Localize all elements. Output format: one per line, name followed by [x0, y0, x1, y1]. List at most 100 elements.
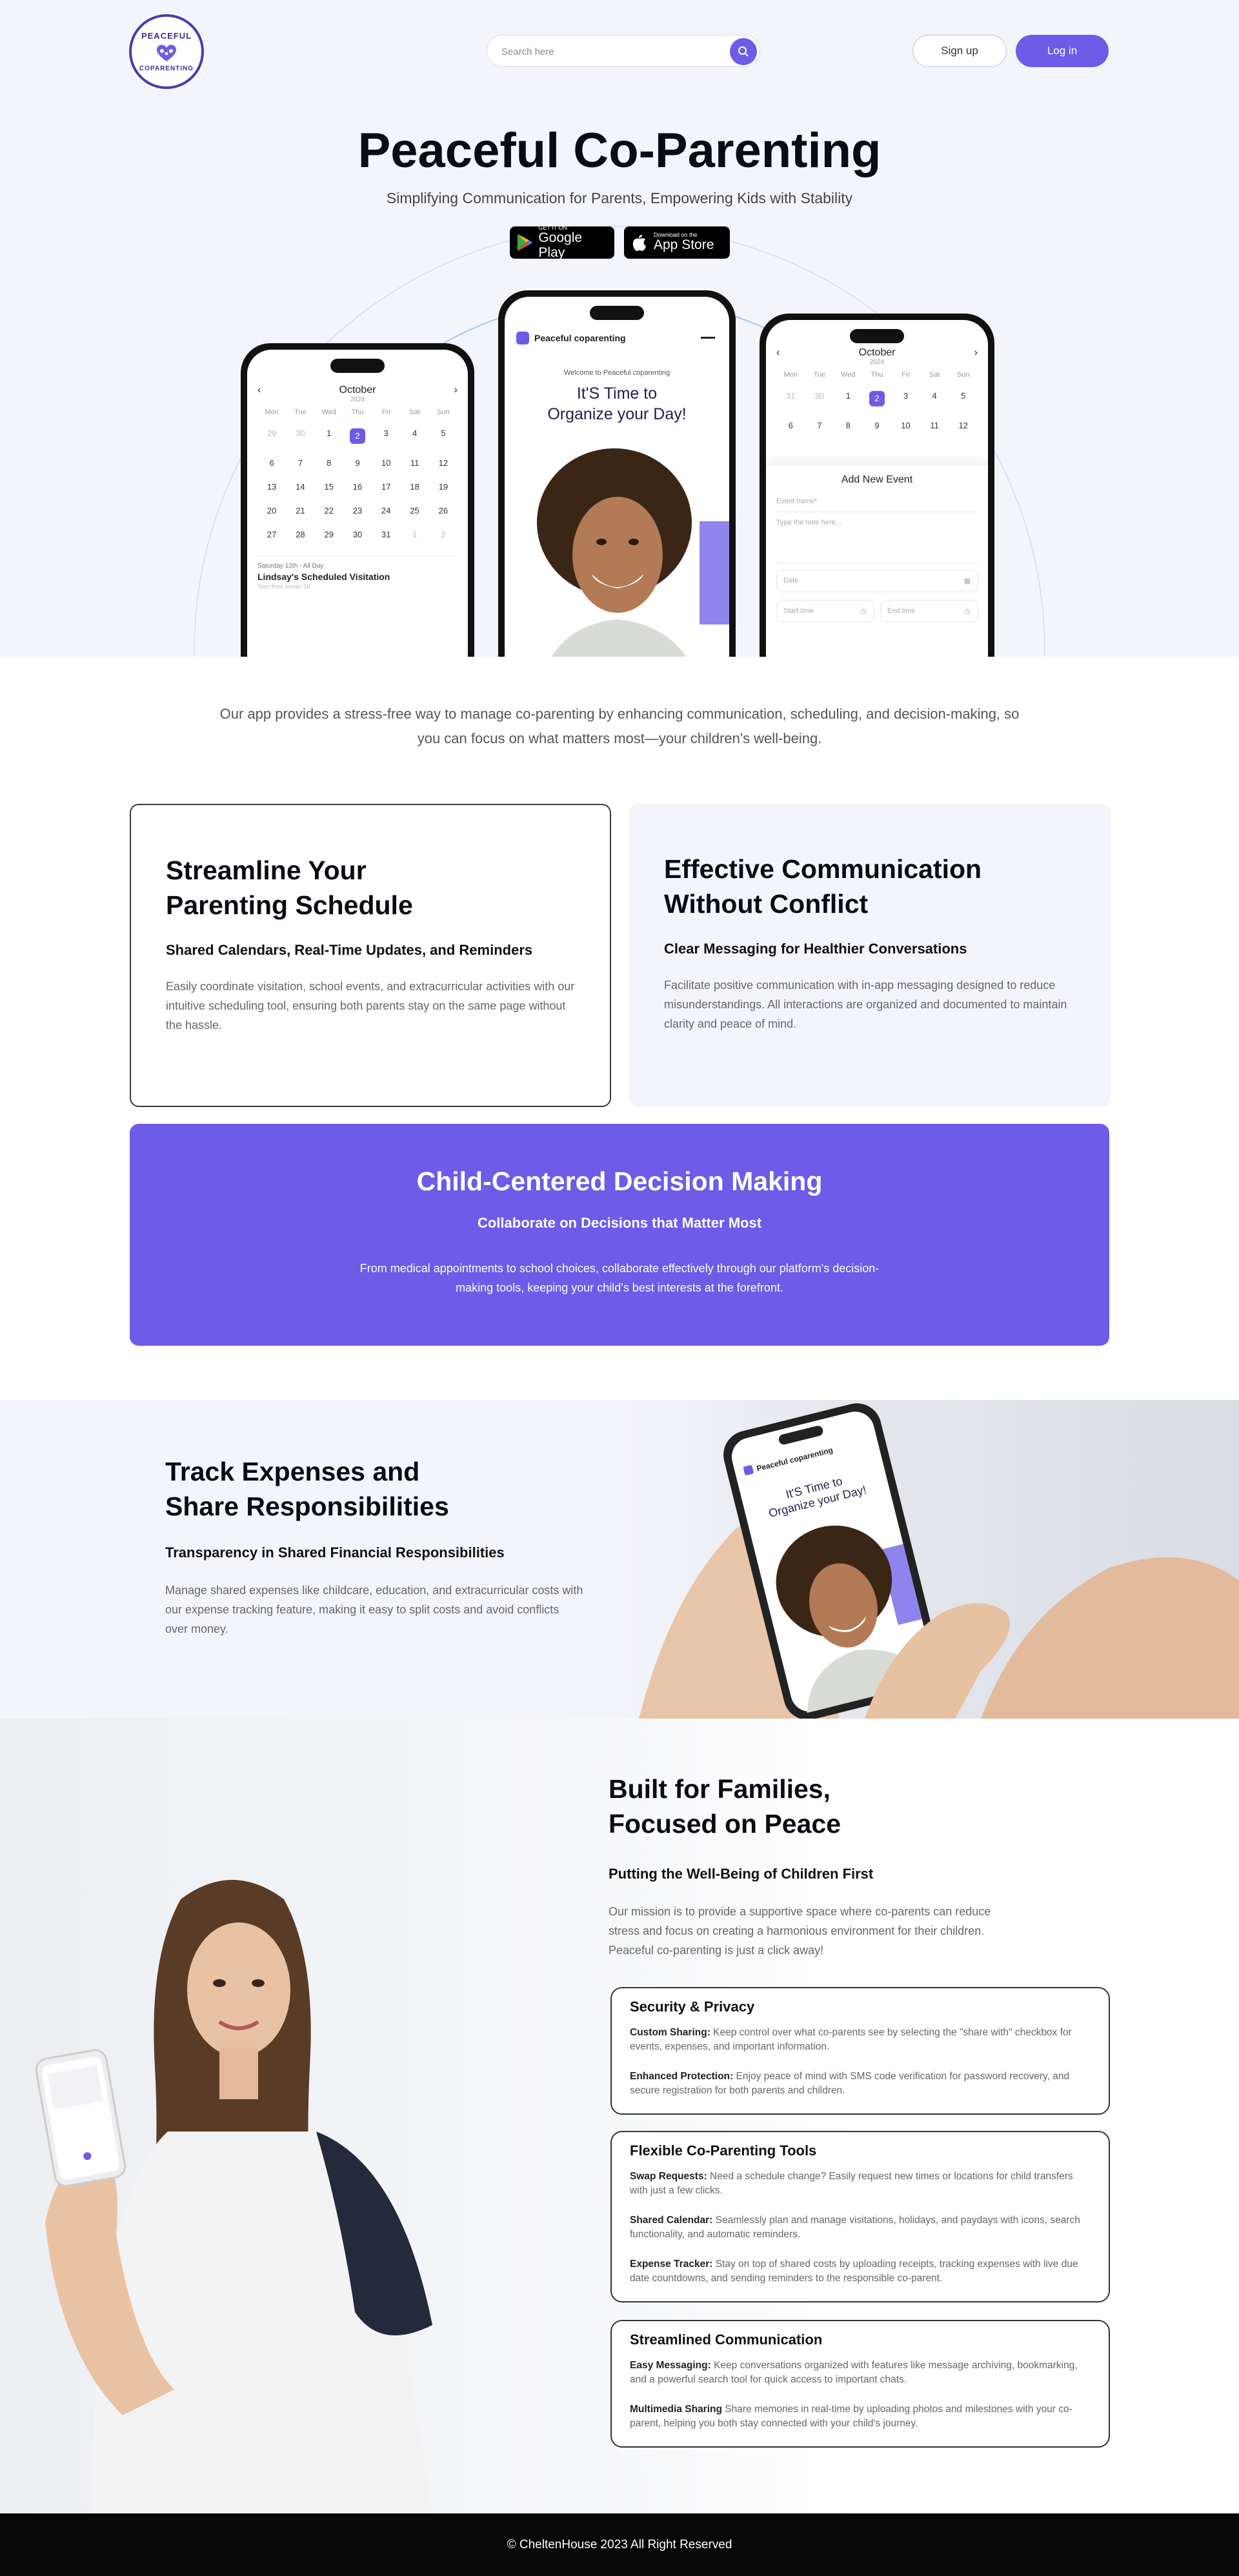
event-note-field[interactable]: Type the note here... — [776, 512, 978, 563]
card-schedule-title-1: Streamline Your — [166, 855, 367, 885]
event-date: Saturday 12th - All Day — [257, 563, 324, 570]
calendar-icon: ▦ — [963, 577, 971, 585]
hand-holding-phone-illustration: Peaceful coparenting It'S Time to Organi… — [639, 1403, 1239, 1719]
smiling-woman-photo — [537, 448, 692, 657]
app-brand: Peaceful coparenting — [534, 333, 626, 343]
logo-text-bottom: COPARENTING — [139, 65, 194, 72]
card-schedule-title-2: Parenting Schedule — [166, 890, 413, 920]
calendar-month: October — [339, 384, 376, 395]
feature-title: Security & Privacy — [630, 1999, 755, 2015]
feature-item: Shared Calendar: Seamlessly plan and man… — [630, 2215, 1080, 2240]
calendar-year: 2024 — [869, 359, 885, 366]
woman-holding-phone-photo — [35, 1880, 432, 2513]
footer: © CheltenHouse 2023 All Right Reserved — [0, 2513, 1239, 2576]
sheet-title: Add New Event — [841, 474, 913, 485]
phone-welcome-mockup: Peaceful coparenting Welcome to Peaceful… — [498, 290, 736, 657]
card-child-centered: Child-Centered Decision Making Collabora… — [130, 1124, 1109, 1346]
clock-icon: ◷ — [964, 608, 971, 615]
calendar-week: 29 30 1 2 3 4 5 — [257, 421, 458, 451]
chevron-right-icon[interactable]: › — [454, 384, 458, 396]
date-label: Date — [783, 577, 799, 584]
families-title-1: Built for Families, — [609, 1774, 831, 1804]
logo-text-top: PEACEFUL — [141, 31, 192, 41]
expenses-title-2: Share Responsibilities — [165, 1492, 449, 1521]
intro-text: Our app provides a stress-free way to ma… — [219, 706, 1020, 746]
date-field[interactable]: Date ▦ — [776, 570, 978, 592]
headline-line-2: Organize your Day! — [547, 405, 687, 423]
calendar-week: 6 7 8 9 10 11 12 — [269, 458, 448, 468]
phone-add-event-mockup: ‹ October › 2024 Mon Tue Wed Thu Fri Sat Sun 3… — [760, 314, 994, 657]
feature-item: Expense Tracker: Stay on top of shared c… — [630, 2259, 1078, 2284]
card-schedule-subtitle: Shared Calendars, Real-Time Updates, and… — [166, 942, 533, 958]
card-child-title: Child-Centered Decision Making — [416, 1166, 823, 1196]
families-section: Built for Families, Focused on Peace Put… — [0, 1719, 1239, 2513]
card-schedule-body: Easily coordinate visitation, school eve… — [166, 980, 575, 1032]
chevron-left-icon[interactable]: ‹ — [257, 384, 261, 396]
card-comm-title-2: Without Conflict — [664, 889, 869, 919]
search-icon — [738, 46, 749, 57]
event-name-field[interactable]: Event name* — [776, 491, 978, 512]
calendar-week: 31 30 1 2 3 4 5 — [776, 384, 978, 414]
calendar-week: 27 28 29 30 31 1 2 — [267, 530, 446, 539]
chevron-left-icon[interactable]: ‹ — [776, 347, 780, 359]
login-button[interactable]: Log in — [1016, 35, 1109, 67]
start-time-field[interactable]: Start time ◷ — [776, 600, 874, 623]
google-play-badge[interactable]: GET IT ON Google Play — [510, 225, 614, 260]
expenses-title-1: Track Expenses and — [165, 1457, 420, 1486]
card-child-body: From medical appointments to school choi… — [359, 1262, 880, 1294]
signup-button[interactable]: Sign up — [912, 35, 1007, 67]
apple-icon — [632, 235, 646, 251]
menu-icon[interactable] — [701, 337, 715, 339]
calendar-week: 13 14 15 16 17 18 19 — [267, 482, 448, 492]
feature-item: Enhanced Protection: Enjoy peace of mind… — [630, 2071, 1070, 2096]
expenses-body: Manage shared expenses like childcare, e… — [165, 1584, 583, 1635]
card-child-subtitle: Collaborate on Decisions that Matter Mos… — [477, 1215, 762, 1231]
app-store-label: App Store — [654, 237, 714, 253]
card-schedule: Streamline Your Parenting Schedule Shared… — [130, 804, 611, 1107]
end-time-field[interactable]: End time ◷ — [880, 600, 978, 623]
clock-icon: ◷ — [860, 608, 867, 615]
feature-item: Swap Requests: Need a schedule change? E… — [630, 2171, 1073, 2196]
event-preview[interactable]: Saturday 12th - All Day Lindsay's Schedu… — [257, 555, 458, 590]
feature-card-communication: Streamlined Communication Easy Messaging… — [610, 2320, 1110, 2448]
feature-card-security: Security & Privacy Custom Sharing: Keep … — [610, 1987, 1110, 2115]
app-logo-icon — [516, 332, 529, 344]
card-comm-subtitle: Clear Messaging for Healthier Conversati… — [664, 941, 967, 957]
card-comm-body: Facilitate positive communication with i… — [664, 979, 1067, 1030]
calendar-week: 20 21 22 23 24 25 26 — [267, 506, 448, 515]
google-play-label: Google Play — [538, 230, 583, 260]
feature-card-tools: Flexible Co-Parenting Tools Swap Request… — [610, 2131, 1110, 2302]
app-store-badge[interactable]: Download on the App Store — [624, 226, 730, 259]
add-event-sheet: Add New Event Event name* Type the note … — [766, 464, 988, 657]
phone-calendar-mockup: ‹ October › 2024 Mon Tue Wed Thu Fri Sat Sun 2… — [241, 343, 474, 657]
calendar-weekdays: Mon Tue Wed Thu Fri Sat Sun — [783, 371, 970, 379]
feature-item: Easy Messaging: Keep conversations organ… — [630, 2360, 1078, 2385]
expenses-section: Peaceful coparenting It'S Time to Organi… — [0, 1400, 1239, 1719]
event-title: Lindsay's Scheduled Visitation — [257, 572, 390, 582]
search-input[interactable] — [501, 43, 714, 60]
end-time-label: End time — [887, 607, 916, 615]
copyright-text: © CheltenHouse 2023 All Right Reserved — [507, 2538, 732, 2551]
card-communication: Effective Communication Without Conflict … — [629, 804, 1111, 1107]
welcome-text: Welcome to Peaceful coparenting — [563, 369, 670, 377]
feature-title: Streamlined Communication — [630, 2331, 823, 2348]
chevron-right-icon[interactable]: › — [974, 347, 978, 359]
feature-title: Flexible Co-Parenting Tools — [630, 2142, 817, 2159]
families-title-2: Focused on Peace — [609, 1809, 841, 1839]
hand-phone-photo: Peaceful coparenting It'S Time to Organi… — [620, 1400, 1239, 1719]
search-button[interactable] — [730, 38, 757, 65]
families-subtitle: Putting the Well-Being of Children First — [609, 1866, 874, 1882]
google-play-icon — [517, 234, 533, 252]
family-heart-icon — [156, 45, 177, 61]
calendar-week: 6 7 8 9 10 11 12 — [788, 421, 968, 430]
start-time-label: Start time — [783, 607, 814, 615]
calendar-year: 2024 — [350, 396, 365, 403]
calendar-month: October — [858, 347, 896, 358]
calendar-weekdays: Mon Tue Wed Thu Fri Sat Sun — [265, 408, 450, 416]
families-body: Our mission is to provide a supportive s… — [609, 1905, 991, 1957]
site-logo[interactable]: PEACEFUL COPARENTING — [129, 14, 204, 89]
hero-subtitle: Simplifying Communication for Parents, E… — [386, 190, 853, 206]
expenses-subtitle: Transparency in Shared Financial Respons… — [165, 1544, 505, 1561]
hero-title: Peaceful Co-Parenting — [358, 123, 881, 178]
card-comm-title-1: Effective Communication — [664, 854, 982, 884]
